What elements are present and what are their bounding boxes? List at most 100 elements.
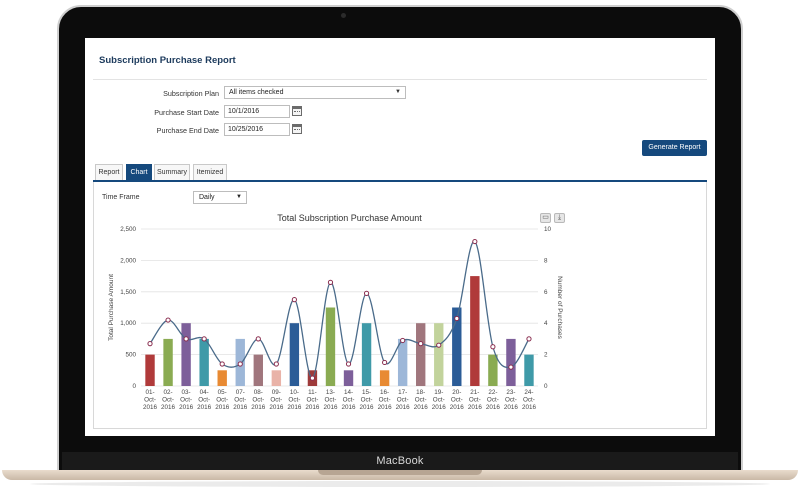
line-marker xyxy=(327,279,334,285)
x-tick-label: Oct- xyxy=(343,397,355,404)
line-marker xyxy=(526,336,532,342)
y-tick-label: 1,000 xyxy=(120,320,136,327)
x-tick-label: 2016 xyxy=(378,404,393,411)
chart-bars xyxy=(145,276,534,386)
line-marker xyxy=(363,290,370,296)
x-tick-label: Oct- xyxy=(270,397,282,404)
line-marker xyxy=(454,315,460,322)
y-tick-label: 0 xyxy=(132,383,136,390)
y2-tick-label: 6 xyxy=(544,289,548,296)
chart-bar xyxy=(397,338,408,386)
x-tick-label: 24- xyxy=(524,389,533,396)
line-marker xyxy=(237,361,243,367)
x-tick-label: Oct- xyxy=(162,397,174,404)
chart-bar xyxy=(289,323,300,386)
chart-bar xyxy=(488,354,498,386)
x-tick-label: 07- xyxy=(236,389,245,396)
y2-axis-title: Number of Purchases xyxy=(556,276,563,340)
x-tick-label: 2016 xyxy=(269,404,284,411)
x-tick-label: 15- xyxy=(362,389,371,396)
x-tick-label: 09- xyxy=(272,389,281,396)
x-tick-label: Oct- xyxy=(487,397,499,404)
x-tick-label: Oct- xyxy=(433,397,445,404)
x-tick-label: Oct- xyxy=(469,397,481,404)
chart-bar xyxy=(379,370,390,386)
chart-bar xyxy=(199,338,209,386)
y2-tick-label: 8 xyxy=(544,257,548,264)
x-tick-label: 08- xyxy=(254,389,263,396)
line-marker xyxy=(418,341,424,347)
x-tick-label: Oct- xyxy=(216,397,228,404)
laptop-shadow xyxy=(30,481,770,487)
laptop-mockup: MacBook Subscription Purchase Report Sub… xyxy=(0,0,800,500)
x-tick-label: 2016 xyxy=(414,404,429,411)
x-tick-label: 2016 xyxy=(468,404,483,411)
line-marker xyxy=(490,344,496,350)
x-tick-label: 2016 xyxy=(342,404,357,411)
x-tick-label: 2016 xyxy=(305,404,320,411)
chart-bar xyxy=(181,323,191,386)
x-tick-label: 02- xyxy=(164,389,173,396)
x-tick-label: 2016 xyxy=(522,404,537,411)
x-tick-label: 17- xyxy=(398,389,407,396)
y2-tick-label: 2 xyxy=(544,352,548,359)
chart-bar xyxy=(163,338,173,386)
y-tick-label: 500 xyxy=(125,352,136,359)
y2-tick-label: 10 xyxy=(544,226,552,233)
chart-bar xyxy=(361,323,372,386)
x-tick-label: 2016 xyxy=(486,404,501,411)
x-tick-label: Oct- xyxy=(288,397,300,404)
x-tick-label: 18- xyxy=(416,389,425,396)
chart-bar xyxy=(416,323,426,386)
x-tick-label: Oct- xyxy=(451,397,463,404)
x-tick-label: 11- xyxy=(308,389,317,396)
x-tick-label: 2016 xyxy=(197,404,212,411)
x-tick-label: Oct- xyxy=(505,397,517,404)
device-brand-label: MacBook xyxy=(376,455,424,467)
y-tick-label: 1,500 xyxy=(120,289,136,296)
chart-bar xyxy=(325,307,336,386)
x-tick-label: 2016 xyxy=(450,404,465,411)
y-axis-title: Total Purchase Amount xyxy=(108,274,115,341)
chart-bar xyxy=(470,276,480,386)
x-tick-label: Oct- xyxy=(415,397,427,404)
x-tick-label: 2016 xyxy=(323,404,338,411)
x-tick-label: 22- xyxy=(488,389,497,396)
line-marker xyxy=(400,337,406,344)
camera-icon xyxy=(341,13,346,18)
chart-bar xyxy=(217,370,227,386)
x-tick-label: Oct- xyxy=(325,397,337,404)
line-marker xyxy=(201,336,207,342)
line-marker xyxy=(219,361,225,367)
x-tick-label: 2016 xyxy=(360,404,375,411)
x-tick-label: 03- xyxy=(182,389,191,396)
x-tick-label: 2016 xyxy=(504,404,519,411)
line-marker xyxy=(147,341,153,347)
chart-bar xyxy=(253,354,263,386)
x-tick-label: 2016 xyxy=(233,404,248,411)
line-marker xyxy=(291,297,297,303)
x-tick-label: 21- xyxy=(470,389,479,396)
chart-bar xyxy=(506,338,516,386)
y2-tick-label: 0 xyxy=(544,383,548,390)
x-tick-label: Oct- xyxy=(198,397,210,404)
line-marker xyxy=(309,375,316,381)
y2-tick-label: 4 xyxy=(544,320,548,327)
line-marker xyxy=(436,342,442,348)
x-tick-label: 2016 xyxy=(215,404,230,411)
chart-bar xyxy=(145,354,155,386)
x-tick-label: 23- xyxy=(506,389,515,396)
x-tick-label: 2016 xyxy=(179,404,194,411)
line-marker xyxy=(508,364,514,370)
laptop-base-notch xyxy=(318,470,482,475)
line-marker xyxy=(345,361,352,367)
chart-bar xyxy=(434,323,444,386)
x-tick-label: 2016 xyxy=(287,404,302,411)
x-tick-label: 16- xyxy=(380,389,389,396)
line-marker xyxy=(165,317,171,323)
x-tick-label: 2016 xyxy=(161,404,176,411)
x-tick-label: 05- xyxy=(218,389,227,396)
line-marker xyxy=(472,238,478,245)
x-tick-label: Oct- xyxy=(361,397,373,404)
x-tick-label: 14- xyxy=(344,389,353,396)
